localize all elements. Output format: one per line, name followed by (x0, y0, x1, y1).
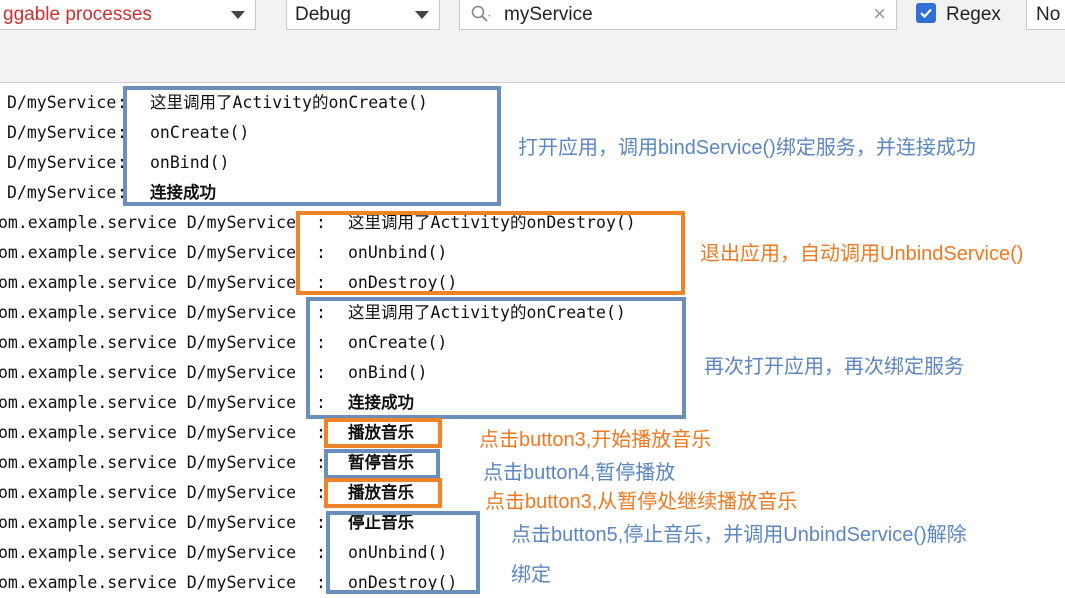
annotation-note: 退出应用，自动调用UnbindService() (700, 243, 1024, 265)
log-tag: om.example.service D/myService (0, 243, 297, 262)
log-level-value: Debug (295, 4, 351, 25)
annotation-note: 再次打开应用，再次绑定服务 (704, 356, 964, 378)
log-tag: om.example.service D/myService (0, 393, 297, 412)
highlight-box-rebind (306, 297, 686, 419)
highlight-box-stop (326, 511, 480, 594)
log-tag: om.example.service D/myService (0, 543, 297, 562)
log-tag: D/myService (7, 183, 117, 202)
search-field[interactable]: myService × (459, 0, 897, 30)
clear-search-icon[interactable]: × (873, 1, 886, 27)
log-tag: om.example.service D/myService (0, 483, 297, 502)
chevron-down-icon (415, 11, 429, 19)
annotation-note: 点击button3,从暂停处继续播放音乐 (485, 491, 798, 513)
log-tag: om.example.service D/myService (0, 273, 297, 292)
log-tag: om.example.service D/myService (0, 453, 297, 472)
process-filter-value: ggable processes (3, 4, 152, 25)
highlight-box-pause (324, 449, 440, 479)
highlight-box-bind (123, 86, 501, 206)
log-level-dropdown[interactable]: Debug (286, 0, 440, 30)
annotation-note: 点击button4,暂停播放 (483, 462, 676, 484)
search-input[interactable]: myService (504, 4, 593, 26)
log-tag: D/myService (7, 93, 117, 112)
log-tag: D/myService (7, 153, 117, 172)
chevron-down-icon (231, 11, 245, 19)
log-tag: om.example.service D/myService (0, 513, 297, 532)
logcat-toolbar: ggable processes Debug myService × Regex… (0, 0, 1065, 83)
log-tag: D/myService (7, 123, 117, 142)
log-separator: : (316, 543, 326, 562)
log-tag: om.example.service D/myService (0, 423, 297, 442)
filter-config-value: No (1036, 4, 1061, 25)
process-filter-dropdown[interactable]: ggable processes (0, 0, 256, 30)
log-tag: om.example.service D/myService (0, 573, 297, 592)
highlight-box-resume (324, 478, 442, 508)
highlight-box-unbind (296, 211, 685, 295)
annotation-note: 打开应用，调用bindService()绑定服务，并连接成功 (518, 137, 976, 159)
log-tag: om.example.service D/myService (0, 213, 297, 232)
highlight-box-play (324, 418, 442, 448)
annotation-note: 点击button5,停止音乐，并调用UnbindService()解除 (511, 524, 967, 546)
log-tag: om.example.service D/myService (0, 303, 297, 322)
filter-config-dropdown[interactable]: No (1026, 0, 1065, 30)
annotation-note: 点击button3,开始播放音乐 (479, 429, 712, 451)
log-tag: om.example.service D/myService (0, 333, 297, 352)
annotation-note: 绑定 (511, 564, 551, 586)
regex-checkbox[interactable] (916, 3, 936, 23)
log-separator: : (316, 573, 326, 592)
log-tag: om.example.service D/myService (0, 363, 297, 382)
check-icon (920, 8, 932, 19)
regex-label: Regex (946, 4, 1001, 25)
search-icon (471, 5, 490, 22)
log-separator: : (316, 513, 326, 532)
